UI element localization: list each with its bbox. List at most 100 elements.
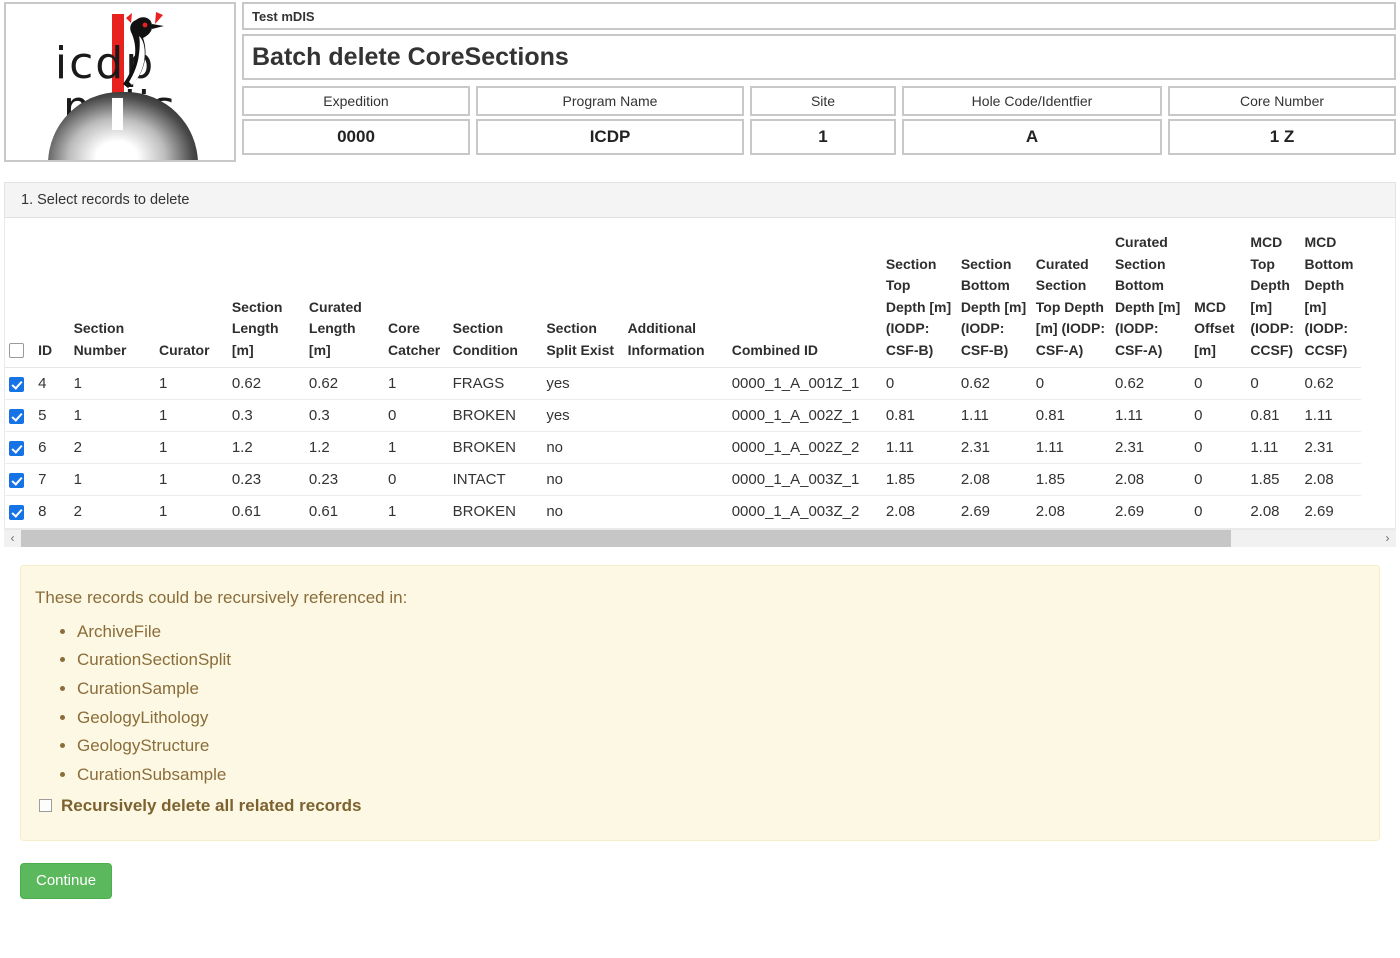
- col-section-length[interactable]: Section Length [m]: [228, 232, 305, 368]
- cell-mcd-offset: 0: [1190, 400, 1246, 432]
- cell-section-number: 1: [70, 368, 155, 400]
- records-table-container: ID Section Number Curator Section Length…: [4, 218, 1396, 529]
- cell-section-split-exist: no: [542, 496, 623, 528]
- cell-combined-id: 0000_1_A_002Z_1: [728, 400, 882, 432]
- cell-curated-top-depth: 0: [1032, 368, 1111, 400]
- row-select-cell: [5, 432, 34, 464]
- cell-section-condition: BROKEN: [449, 496, 543, 528]
- table-row: 5110.30.30BROKENyes0000_1_A_002Z_10.811.…: [5, 400, 1361, 432]
- cell-section-length: 0.3: [228, 400, 305, 432]
- scrollbar-thumb[interactable]: [21, 530, 1231, 547]
- table-row: 6211.21.21BROKENno0000_1_A_002Z_21.112.3…: [5, 432, 1361, 464]
- col-curated-top-depth[interactable]: Curated Section Top Depth [m] (IODP: CSF…: [1032, 232, 1111, 368]
- meta-site-value: 1: [750, 119, 896, 155]
- meta-core-number: Core Number 1 Z: [1168, 86, 1396, 155]
- select-all-header: [5, 232, 34, 368]
- system-name-bar: Test mDIS: [242, 2, 1396, 30]
- scroll-left-arrow-icon[interactable]: ‹: [4, 530, 21, 547]
- cell-section-number: 2: [70, 496, 155, 528]
- col-curator[interactable]: Curator: [155, 232, 228, 368]
- cell-section-condition: BROKEN: [449, 400, 543, 432]
- cell-section-bottom-depth: 0.62: [957, 368, 1032, 400]
- records-table-scroll[interactable]: ID Section Number Curator Section Length…: [5, 232, 1395, 528]
- cell-curated-length: 0.61: [305, 496, 384, 528]
- step-header: 1. Select records to delete: [4, 182, 1396, 218]
- table-horizontal-scrollbar[interactable]: ‹ ›: [4, 529, 1396, 547]
- recursive-delete-row[interactable]: Recursively delete all related records: [21, 796, 1379, 816]
- cell-section-split-exist: yes: [542, 400, 623, 432]
- cell-curated-top-depth: 1.85: [1032, 464, 1111, 496]
- cell-section-top-depth: 0.81: [882, 400, 957, 432]
- cell-section-top-depth: 1.85: [882, 464, 957, 496]
- meta-expedition-value: 0000: [242, 119, 470, 155]
- cell-section-length: 0.23: [228, 464, 305, 496]
- cell-curated-bottom-depth: 2.31: [1111, 432, 1190, 464]
- continue-button[interactable]: Continue: [20, 863, 112, 899]
- cell-section-split-exist: no: [542, 464, 623, 496]
- col-section-condition[interactable]: Section Condition: [449, 232, 543, 368]
- col-section-top-depth[interactable]: Section Top Depth [m] (IODP: CSF-B): [882, 232, 957, 368]
- row-select-checkbox[interactable]: [9, 473, 24, 488]
- meta-hole-label: Hole Code/Identfier: [902, 86, 1162, 116]
- cell-core-catcher: 0: [384, 400, 449, 432]
- cell-curated-top-depth: 1.11: [1032, 432, 1111, 464]
- col-mcd-bottom-depth[interactable]: MCD Bottom Depth [m] (IODP: CCSF): [1300, 232, 1361, 368]
- cell-section-bottom-depth: 2.69: [957, 496, 1032, 528]
- cell-section-number: 1: [70, 464, 155, 496]
- cell-mcd-top-depth: 1.11: [1246, 432, 1300, 464]
- cell-curated-length: 0.62: [305, 368, 384, 400]
- cell-additional-information: [624, 464, 728, 496]
- col-core-catcher[interactable]: Core Catcher: [384, 232, 449, 368]
- context-meta-row: Expedition 0000 Program Name ICDP Site 1…: [242, 86, 1396, 155]
- row-select-cell: [5, 368, 34, 400]
- row-select-checkbox[interactable]: [9, 505, 24, 520]
- cell-mcd-bottom-depth: 1.11: [1300, 400, 1361, 432]
- cell-curated-length: 0.3: [305, 400, 384, 432]
- col-curated-bottom-depth[interactable]: Curated Section Bottom Depth [m] (IODP: …: [1111, 232, 1190, 368]
- recursive-reference-warning: These records could be recursively refer…: [20, 565, 1380, 841]
- cell-combined-id: 0000_1_A_002Z_2: [728, 432, 882, 464]
- system-name-label: Test mDIS: [252, 9, 315, 24]
- cell-mcd-offset: 0: [1190, 432, 1246, 464]
- row-select-checkbox[interactable]: [9, 441, 24, 456]
- referenced-entity-item: ArchiveFile: [77, 618, 1379, 647]
- cell-mcd-bottom-depth: 0.62: [1300, 368, 1361, 400]
- cell-id: 5: [34, 400, 69, 432]
- col-additional-information[interactable]: Additional Information: [624, 232, 728, 368]
- cell-curated-bottom-depth: 0.62: [1111, 368, 1190, 400]
- cell-curated-bottom-depth: 1.11: [1111, 400, 1190, 432]
- col-section-split-exist[interactable]: Section Split Exist: [542, 232, 623, 368]
- col-id[interactable]: ID: [34, 232, 69, 368]
- page-title-bar: Batch delete CoreSections: [242, 34, 1396, 80]
- cell-combined-id: 0000_1_A_003Z_1: [728, 464, 882, 496]
- cell-section-length: 0.62: [228, 368, 305, 400]
- recursive-delete-checkbox[interactable]: [39, 799, 52, 812]
- cell-core-catcher: 1: [384, 368, 449, 400]
- row-select-cell: [5, 496, 34, 528]
- col-combined-id[interactable]: Combined ID: [728, 232, 882, 368]
- col-curated-length[interactable]: Curated Length [m]: [305, 232, 384, 368]
- cell-curated-bottom-depth: 2.08: [1111, 464, 1190, 496]
- scrollbar-track[interactable]: [21, 530, 1379, 547]
- cell-section-split-exist: yes: [542, 368, 623, 400]
- meta-expedition-label: Expedition: [242, 86, 470, 116]
- col-mcd-top-depth[interactable]: MCD Top Depth [m] (IODP: CCSF): [1246, 232, 1300, 368]
- col-mcd-offset[interactable]: MCD Offset [m]: [1190, 232, 1246, 368]
- cell-combined-id: 0000_1_A_001Z_1: [728, 368, 882, 400]
- row-select-checkbox[interactable]: [9, 409, 24, 424]
- cell-section-condition: INTACT: [449, 464, 543, 496]
- col-section-bottom-depth[interactable]: Section Bottom Depth [m] (IODP: CSF-B): [957, 232, 1032, 368]
- cell-section-bottom-depth: 2.08: [957, 464, 1032, 496]
- meta-site: Site 1: [750, 86, 896, 155]
- meta-hole-code: Hole Code/Identfier A: [902, 86, 1162, 155]
- cell-mcd-bottom-depth: 2.31: [1300, 432, 1361, 464]
- select-all-checkbox[interactable]: [9, 343, 24, 358]
- cell-additional-information: [624, 368, 728, 400]
- referenced-entity-item: CurationSectionSplit: [77, 646, 1379, 675]
- referenced-entity-item: CurationSample: [77, 675, 1379, 704]
- records-table: ID Section Number Curator Section Length…: [5, 232, 1361, 528]
- row-select-checkbox[interactable]: [9, 377, 24, 392]
- referenced-entity-item: CurationSubsample: [77, 761, 1379, 790]
- scroll-right-arrow-icon[interactable]: ›: [1379, 530, 1396, 547]
- col-section-number[interactable]: Section Number: [70, 232, 155, 368]
